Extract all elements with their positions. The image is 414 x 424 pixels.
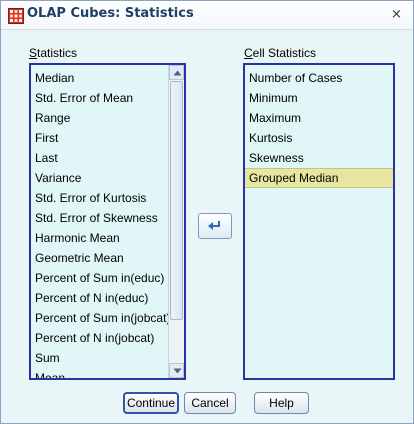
statistics-item[interactable]: First: [31, 128, 168, 148]
statistics-item[interactable]: Variance: [31, 168, 168, 188]
statistics-label-mnemonic: S: [29, 46, 38, 60]
cell-statistics-item[interactable]: Skewness: [245, 148, 393, 168]
statistics-item[interactable]: Std. Error of Mean: [31, 88, 168, 108]
statistics-item[interactable]: Last: [31, 148, 168, 168]
statistics-item[interactable]: Median: [31, 68, 168, 88]
statistics-label: Statistics: [29, 46, 77, 60]
statistics-scrollbar[interactable]: [168, 65, 184, 378]
cell-statistics-item[interactable]: Number of Cases: [245, 68, 393, 88]
statistics-item[interactable]: Percent of Sum in(educ): [31, 268, 168, 288]
statistics-item[interactable]: Range: [31, 108, 168, 128]
cell-statistics-item[interactable]: Minimum: [245, 88, 393, 108]
dialog-title: OLAP Cubes: Statistics: [27, 6, 194, 21]
statistics-item[interactable]: Harmonic Mean: [31, 228, 168, 248]
close-button[interactable]: ×: [391, 1, 413, 29]
cell-statistics-item-selected[interactable]: Grouped Median: [245, 168, 393, 188]
statistics-label-rest: tatistics: [37, 46, 78, 60]
cancel-button[interactable]: Cancel: [184, 392, 236, 414]
cell-statistics-label-mnemonic: C: [244, 46, 253, 60]
cell-statistics-item[interactable]: Maximum: [245, 108, 393, 128]
olap-cube-grid-icon: [8, 8, 24, 24]
statistics-item[interactable]: Geometric Mean: [31, 248, 168, 268]
statistics-item[interactable]: Sum: [31, 348, 168, 368]
cell-statistics-item[interactable]: Kurtosis: [245, 128, 393, 148]
cell-statistics-label: Cell Statistics: [244, 46, 316, 60]
statistics-item[interactable]: Percent of N in(educ): [31, 288, 168, 308]
cell-statistics-list[interactable]: Number of Cases Minimum Maximum Kurtosis…: [243, 63, 395, 380]
scroll-down-arrow-icon: [173, 368, 182, 374]
help-button[interactable]: Help: [254, 392, 309, 414]
cell-statistics-label-rest: ell Statistics: [252, 46, 317, 60]
scroll-down-button[interactable]: [169, 363, 184, 378]
statistics-item[interactable]: Percent of Sum in(jobcat): [31, 308, 170, 328]
scroll-up-button[interactable]: [169, 65, 184, 80]
scroll-thumb[interactable]: [170, 81, 183, 320]
olap-statistics-dialog: OLAP Cubes: Statistics × Statistics Cell…: [0, 0, 414, 424]
scroll-up-arrow-icon: [173, 70, 182, 76]
statistics-items: Median Std. Error of Mean Range First La…: [31, 65, 170, 378]
continue-button[interactable]: Continue: [123, 392, 179, 414]
move-left-arrow-icon: [208, 221, 220, 230]
title-bar[interactable]: OLAP Cubes: Statistics ×: [1, 1, 413, 30]
statistics-item[interactable]: Std. Error of Skewness: [31, 208, 168, 228]
statistics-item[interactable]: Mean: [31, 368, 168, 378]
cell-statistics-items: Number of Cases Minimum Maximum Kurtosis…: [245, 68, 393, 188]
statistics-item[interactable]: Std. Error of Kurtosis: [31, 188, 168, 208]
statistics-item[interactable]: Percent of N in(jobcat): [31, 328, 168, 348]
statistics-list[interactable]: Median Std. Error of Mean Range First La…: [29, 63, 186, 380]
move-to-statistics-button[interactable]: [198, 213, 232, 239]
